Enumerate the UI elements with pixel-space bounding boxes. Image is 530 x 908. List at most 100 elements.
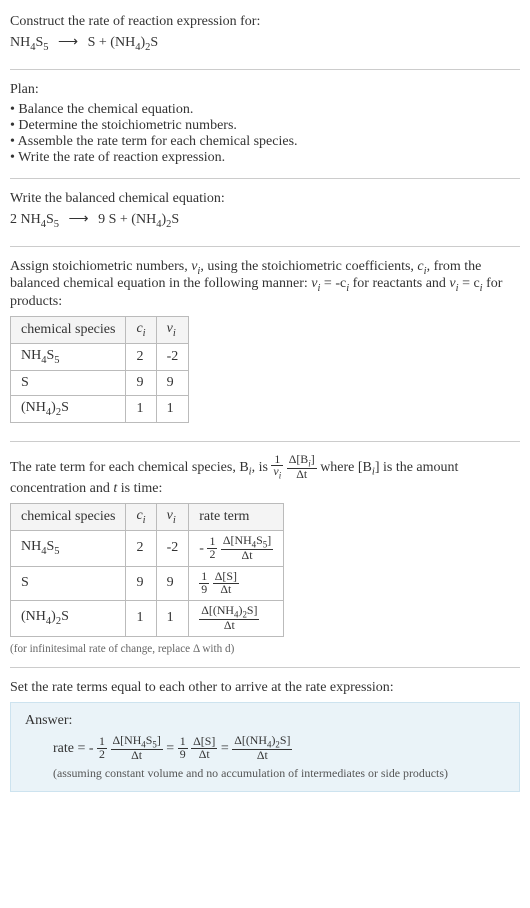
f5d: Δt [232, 750, 292, 762]
eq-eqc: = -c [320, 276, 346, 291]
divider [10, 246, 520, 247]
frac1-den: νi [271, 466, 283, 480]
bal-coef2: 9 S + (NH [98, 212, 156, 227]
answer-box: Answer: rate = - 12 Δ[NH4S5] Δt = 19 Δ[S… [10, 702, 520, 792]
rt-den: Δt [221, 550, 273, 562]
nui-cell: 1 [156, 395, 189, 422]
ci-cell: 1 [126, 395, 156, 422]
ci-i: i [143, 328, 146, 339]
divider [10, 441, 520, 442]
table-header-row: chemical species ci νi [11, 317, 189, 344]
rt-main-frac: Δ[S] Δt [213, 571, 239, 596]
rateterm-cell: 19 Δ[S] Δt [189, 566, 284, 600]
assign-section: Assign stoichiometric numbers, νi, using… [10, 253, 520, 435]
rateterm-section: The rate term for each chemical species,… [10, 448, 520, 661]
col-species: chemical species [11, 317, 126, 344]
balanced-section: Write the balanced chemical equation: 2 … [10, 185, 520, 240]
assign-t1: Assign stoichiometric numbers, [10, 259, 191, 274]
plan-item: Assemble the rate term for each chemical… [10, 134, 520, 150]
rtn-pre: Δ[NH [223, 533, 252, 547]
rt-coef-den: 2 [207, 549, 217, 561]
prompt-section: Construct the rate of reaction expressio… [10, 8, 520, 63]
nui-cell: 9 [156, 566, 189, 600]
answer-label: Answer: [25, 713, 505, 729]
reactant-nh: NH [10, 35, 30, 50]
table-row: (NH4)2S 1 1 Δ[(NH4)2S] Δt [11, 600, 284, 636]
ans-frac-1-2: 12 [97, 736, 107, 761]
rtn-post: ] [267, 533, 271, 547]
divider [10, 667, 520, 668]
unbalanced-equation: NH4S5 ⟶ S + (NH4)2S [10, 34, 520, 53]
bal-s1: S [46, 212, 54, 227]
rt-main-frac: Δ[NH4S5] Δt [221, 535, 273, 562]
f2np: Δ[NH [113, 733, 142, 747]
table-header-row: chemical species ci νi rate term [11, 503, 284, 530]
col-nui: νi [156, 503, 189, 530]
arrow-icon: ⟶ [69, 211, 89, 228]
f2d: Δt [111, 750, 163, 762]
f1d: 2 [97, 749, 107, 761]
bal-s2: S [171, 212, 179, 227]
eq1: = [166, 741, 177, 756]
assign-t2: , using the stoichiometric coefficients, [200, 259, 417, 274]
assign-t4: for reactants and [349, 276, 449, 291]
rt-coef-frac: 12 [207, 536, 217, 561]
ci-cell: 1 [126, 600, 156, 636]
table-row: (NH4)2S 1 1 [11, 395, 189, 422]
rt-t3: where [B [320, 459, 372, 474]
sp-pre: (NH [21, 609, 46, 624]
divider [10, 178, 520, 179]
rate-expression: rate = - 12 Δ[NH4S5] Δt = 19 Δ[S]Δt = Δ[… [25, 735, 505, 762]
ans-frac-nh4s5: Δ[NH4S5] Δt [111, 735, 163, 762]
rt-main-frac: Δ[(NH4)2S] Δt [199, 605, 259, 632]
rate-lead: rate = - [53, 741, 94, 756]
stoich-table-1: chemical species ci νi NH4S5 2 -2 S 9 9 … [10, 316, 189, 422]
col-species: chemical species [11, 503, 126, 530]
sp-pre: NH [21, 539, 41, 554]
eq2-eqc: = c [459, 276, 480, 291]
nui-i: i [173, 515, 176, 526]
ci-cell: 9 [126, 370, 156, 395]
plan-item: Balance the chemical equation. [10, 102, 520, 118]
balanced-title: Write the balanced chemical equation: [10, 191, 520, 207]
answer-assumption: (assuming constant volume and no accumul… [25, 766, 505, 781]
rateterm-cell: Δ[(NH4)2S] Δt [189, 600, 284, 636]
plan-section: Plan: Balance the chemical equation. Det… [10, 76, 520, 172]
rtn-post: S] [247, 603, 258, 617]
product-s: S [150, 35, 158, 50]
rt-coef-frac: 19 [199, 571, 209, 596]
ci-cell: 2 [126, 343, 156, 370]
rt-coef-den: 9 [199, 584, 209, 596]
rt-sign: - [199, 540, 204, 555]
reactant-sub2: 5 [43, 42, 48, 53]
rateterm-text: The rate term for each chemical species,… [10, 454, 520, 497]
sp-pre: S [21, 375, 29, 390]
species-cell: NH4S5 [11, 343, 126, 370]
nui-cell: -2 [156, 343, 189, 370]
ci-i: i [143, 515, 146, 526]
ans-frac-s: Δ[S]Δt [191, 736, 217, 761]
sp-post: S [61, 400, 69, 415]
plan-item: Determine the stoichiometric numbers. [10, 118, 520, 134]
plan-list: Balance the chemical equation. Determine… [10, 102, 520, 166]
col-ci: ci [126, 317, 156, 344]
plan-item: Write the rate of reaction expression. [10, 150, 520, 166]
rt-t2: , is [252, 459, 272, 474]
rtn-mid: S [256, 533, 263, 547]
conclusion-text: Set the rate terms equal to each other t… [10, 680, 520, 696]
ans-frac-1-9: 19 [178, 736, 188, 761]
rtn-pre: Δ[(NH [201, 603, 234, 617]
frac1-den-i: i [279, 471, 281, 481]
f2npo: ] [157, 733, 161, 747]
rt-den: Δt [199, 620, 259, 632]
frac2-den: Δt [287, 469, 317, 481]
species-cell: (NH4)2S [11, 395, 126, 422]
assign-text: Assign stoichiometric numbers, νi, using… [10, 259, 520, 311]
sp-s2: 5 [54, 355, 59, 366]
table2-footnote: (for infinitesimal rate of change, repla… [10, 643, 520, 655]
arrow-icon: ⟶ [58, 34, 78, 51]
sp-pre: NH [21, 348, 41, 363]
table-row: S 9 9 [11, 370, 189, 395]
frac2-num-d: Δ[B [289, 452, 309, 466]
rt-den: Δt [213, 584, 239, 596]
